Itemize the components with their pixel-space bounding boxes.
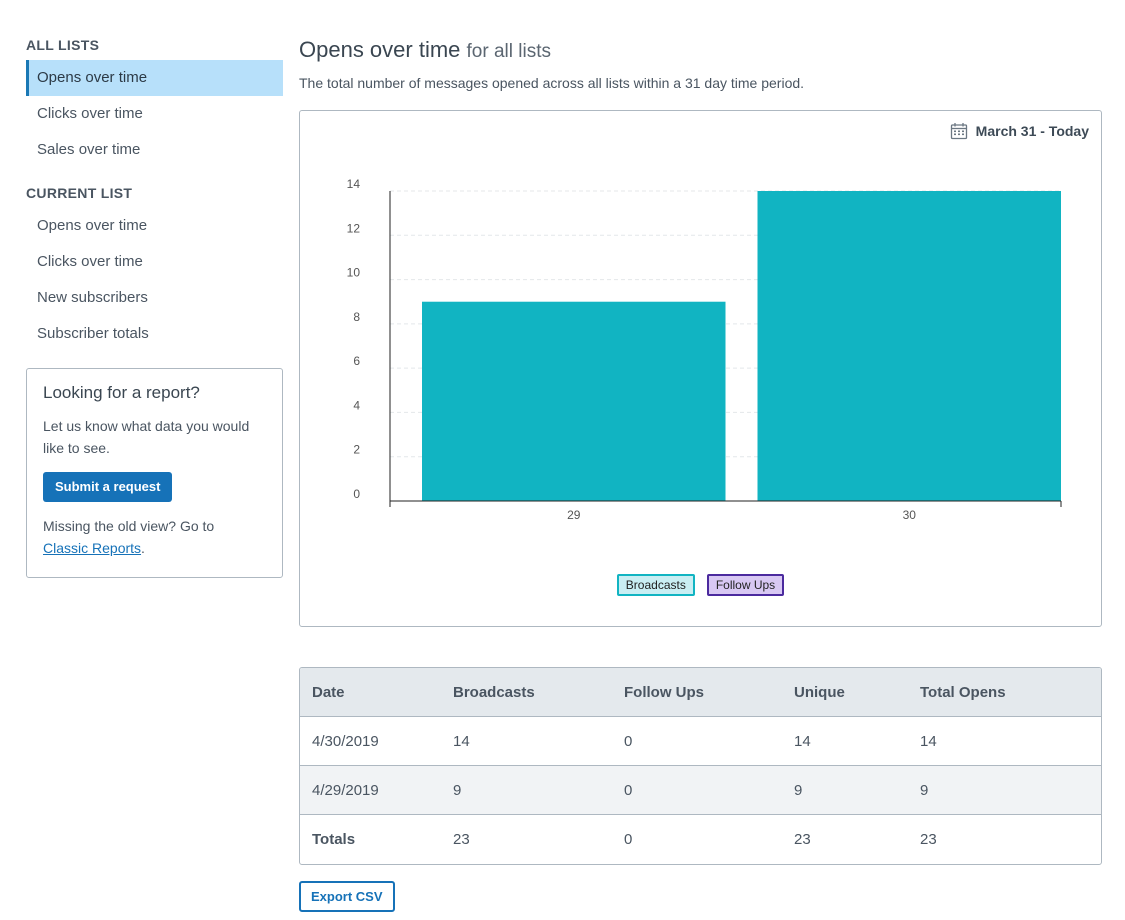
legend-follow-ups[interactable]: Follow Ups (706, 574, 785, 596)
nav-current-opens-over-time[interactable]: Opens over time (26, 208, 283, 244)
all-lists-nav: Opens over time Clicks over time Sales o… (26, 60, 283, 168)
nav-current-new-subscribers[interactable]: New subscribers (26, 280, 283, 316)
chart-legend: Broadcasts Follow Ups (300, 574, 1101, 596)
promo-title: Looking for a report? (43, 383, 200, 402)
y-tick-label: 6 (353, 354, 360, 368)
cell-date: 4/29/2019 (300, 766, 453, 815)
cell-date: 4/30/2019 (300, 717, 453, 766)
submit-request-button[interactable]: Submit a request (43, 472, 173, 502)
x-tick-label: 29 (567, 508, 581, 522)
y-tick-label: 8 (353, 310, 360, 324)
promo-missing-label: Missing the old view? Go to (43, 518, 215, 534)
page-description: The total number of messages opened acro… (299, 75, 805, 91)
chart-card: March 31 - Today 0 2 4 6 8 10 12 14 29 30 Broadca… (299, 110, 1102, 627)
cell-broadcasts: 14 (453, 717, 624, 766)
page-title: Opens over time for all lists (299, 30, 1102, 70)
page-title-main: Opens over time (299, 37, 461, 62)
header-total-opens[interactable]: Total Opens (920, 668, 1101, 717)
totals-total-opens: 23 (920, 831, 937, 848)
cell-unique: 9 (794, 766, 920, 815)
totals-row: Totals 23 0 23 23 (300, 815, 1101, 864)
y-tick-label: 2 (353, 443, 360, 457)
current-list-heading: CURRENT LIST (26, 185, 133, 201)
totals-broadcasts: 23 (453, 831, 470, 848)
opens-table: Date Broadcasts Follow Ups Unique Total … (299, 667, 1102, 865)
bar-broadcasts (757, 191, 1061, 501)
totals-follow-ups: 0 (624, 831, 633, 848)
table-header-row: Date Broadcasts Follow Ups Unique Total … (300, 668, 1101, 717)
cell-total-opens: 9 (920, 766, 1101, 815)
current-list-nav: Opens over time Clicks over time New sub… (26, 208, 283, 352)
y-tick-label: 0 (353, 487, 360, 501)
opens-bar-chart: 0 2 4 6 8 10 12 14 29 30 (347, 177, 1062, 522)
table-row: 4/29/2019 9 0 9 9 (300, 766, 1101, 815)
y-tick-label: 4 (353, 398, 360, 412)
nav-all-clicks-over-time[interactable]: Clicks over time (26, 96, 283, 132)
classic-reports-link[interactable]: Classic Reports (43, 540, 141, 556)
nav-current-clicks-over-time[interactable]: Clicks over time (26, 244, 283, 280)
legend-broadcasts[interactable]: Broadcasts (616, 574, 695, 596)
header-follow-ups[interactable]: Follow Ups (624, 668, 794, 717)
y-tick-label: 10 (347, 266, 361, 280)
export-csv-button[interactable]: Export CSV (299, 881, 395, 912)
promo-missing-text: Missing the old view? Go to Classic Repo… (43, 515, 266, 559)
totals-unique: 23 (794, 831, 811, 848)
header-broadcasts[interactable]: Broadcasts (453, 668, 624, 717)
main-content: Opens over time for all lists The total … (299, 30, 1102, 912)
cell-follow-ups: 0 (624, 766, 794, 815)
report-request-card: Looking for a report? Let us know what d… (26, 368, 283, 578)
sidebar: ALL LISTS Opens over time Clicks over ti… (26, 30, 283, 578)
header-date[interactable]: Date (300, 668, 453, 717)
nav-all-sales-over-time[interactable]: Sales over time (26, 132, 283, 168)
x-tick-label: 30 (903, 508, 917, 522)
page-title-suffix: for all lists (466, 41, 551, 62)
bar-broadcasts (422, 301, 726, 501)
nav-current-subscriber-totals[interactable]: Subscriber totals (26, 316, 283, 352)
cell-follow-ups: 0 (624, 717, 794, 766)
cell-unique: 14 (794, 717, 920, 766)
nav-all-opens-over-time[interactable]: Opens over time (26, 60, 283, 96)
cell-broadcasts: 9 (453, 766, 624, 815)
header-unique[interactable]: Unique (794, 668, 920, 717)
cell-total-opens: 14 (920, 717, 1101, 766)
table-row: 4/30/2019 14 0 14 14 (300, 717, 1101, 766)
all-lists-heading: ALL LISTS (26, 37, 100, 53)
promo-text: Let us know what data you would like to … (43, 418, 250, 456)
totals-label: Totals (312, 831, 356, 848)
promo-link-suffix: . (141, 540, 145, 556)
y-tick-label: 12 (347, 221, 361, 235)
y-tick-label: 14 (347, 177, 361, 191)
